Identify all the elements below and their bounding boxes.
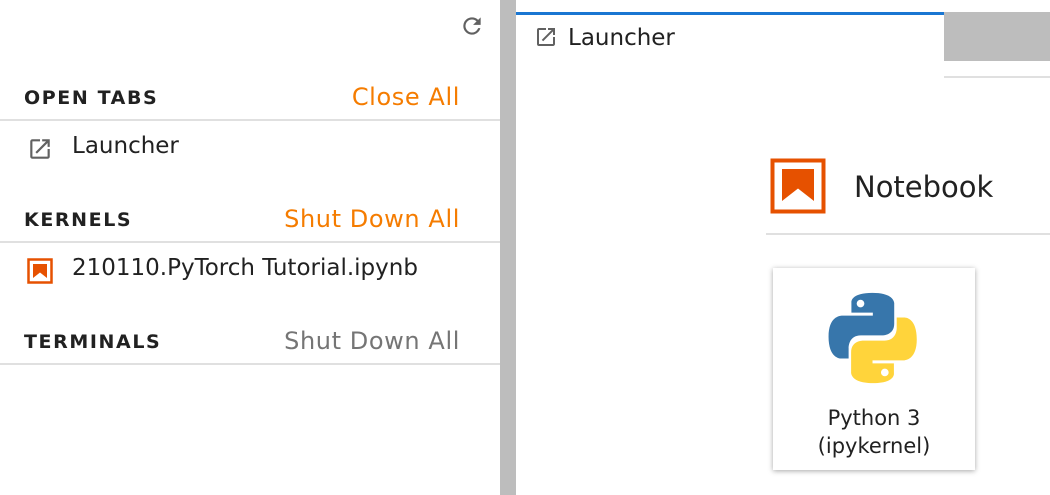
notebook-icon <box>27 258 53 284</box>
shut-down-all-kernels-button[interactable]: Shut Down All <box>284 205 460 233</box>
open-tab-label: Launcher <box>72 133 179 159</box>
kernel-card-name: Python 3 <box>827 406 921 430</box>
terminals-section-header: TERMINALS Shut Down All <box>0 319 500 365</box>
panel-splitter[interactable] <box>500 0 516 495</box>
kernels-title: KERNELS <box>24 209 133 231</box>
open-tabs-section-header: OPEN TABS Close All <box>0 75 500 121</box>
kernel-card-kernel-id: (ipykernel) <box>817 434 931 458</box>
kernel-item-label: 210110.PyTorch Tutorial.ipynb <box>72 255 418 281</box>
kernel-item[interactable]: 210110.PyTorch Tutorial.ipynb <box>0 245 500 297</box>
launcher-content: Notebook Python 3 (ipykernel) <box>516 80 1050 495</box>
tab-bar: Launcher <box>516 0 1050 78</box>
python-logo-icon <box>828 292 917 384</box>
running-sessions-panel: OPEN TABS Close All Launcher KERNELS Shu… <box>0 0 500 495</box>
tab-label: Launcher <box>568 25 675 51</box>
shut-down-all-terminals-button[interactable]: Shut Down All <box>284 327 460 355</box>
close-all-button[interactable]: Close All <box>352 83 460 111</box>
notebook-icon <box>770 158 826 214</box>
tab-launcher[interactable]: Launcher <box>516 12 944 78</box>
terminals-title: TERMINALS <box>24 331 162 353</box>
notebook-section-header: Notebook <box>766 152 1050 235</box>
notebook-section-title: Notebook <box>854 170 994 204</box>
kernels-section-header: KERNELS Shut Down All <box>0 197 500 243</box>
kernel-card-label: Python 3 (ipykernel) <box>773 404 975 460</box>
tab-bar-empty-area <box>944 12 1050 61</box>
refresh-icon <box>463 17 481 35</box>
main-dock-area: Launcher Notebook Python 3 (ipykernel) <box>516 0 1050 495</box>
python3-kernel-card[interactable]: Python 3 (ipykernel) <box>773 268 975 470</box>
open-tabs-title: OPEN TABS <box>24 87 159 109</box>
launch-icon <box>30 139 50 159</box>
launch-icon <box>537 28 555 46</box>
refresh-button[interactable] <box>458 12 486 40</box>
open-tab-item-launcher[interactable]: Launcher <box>0 123 500 175</box>
